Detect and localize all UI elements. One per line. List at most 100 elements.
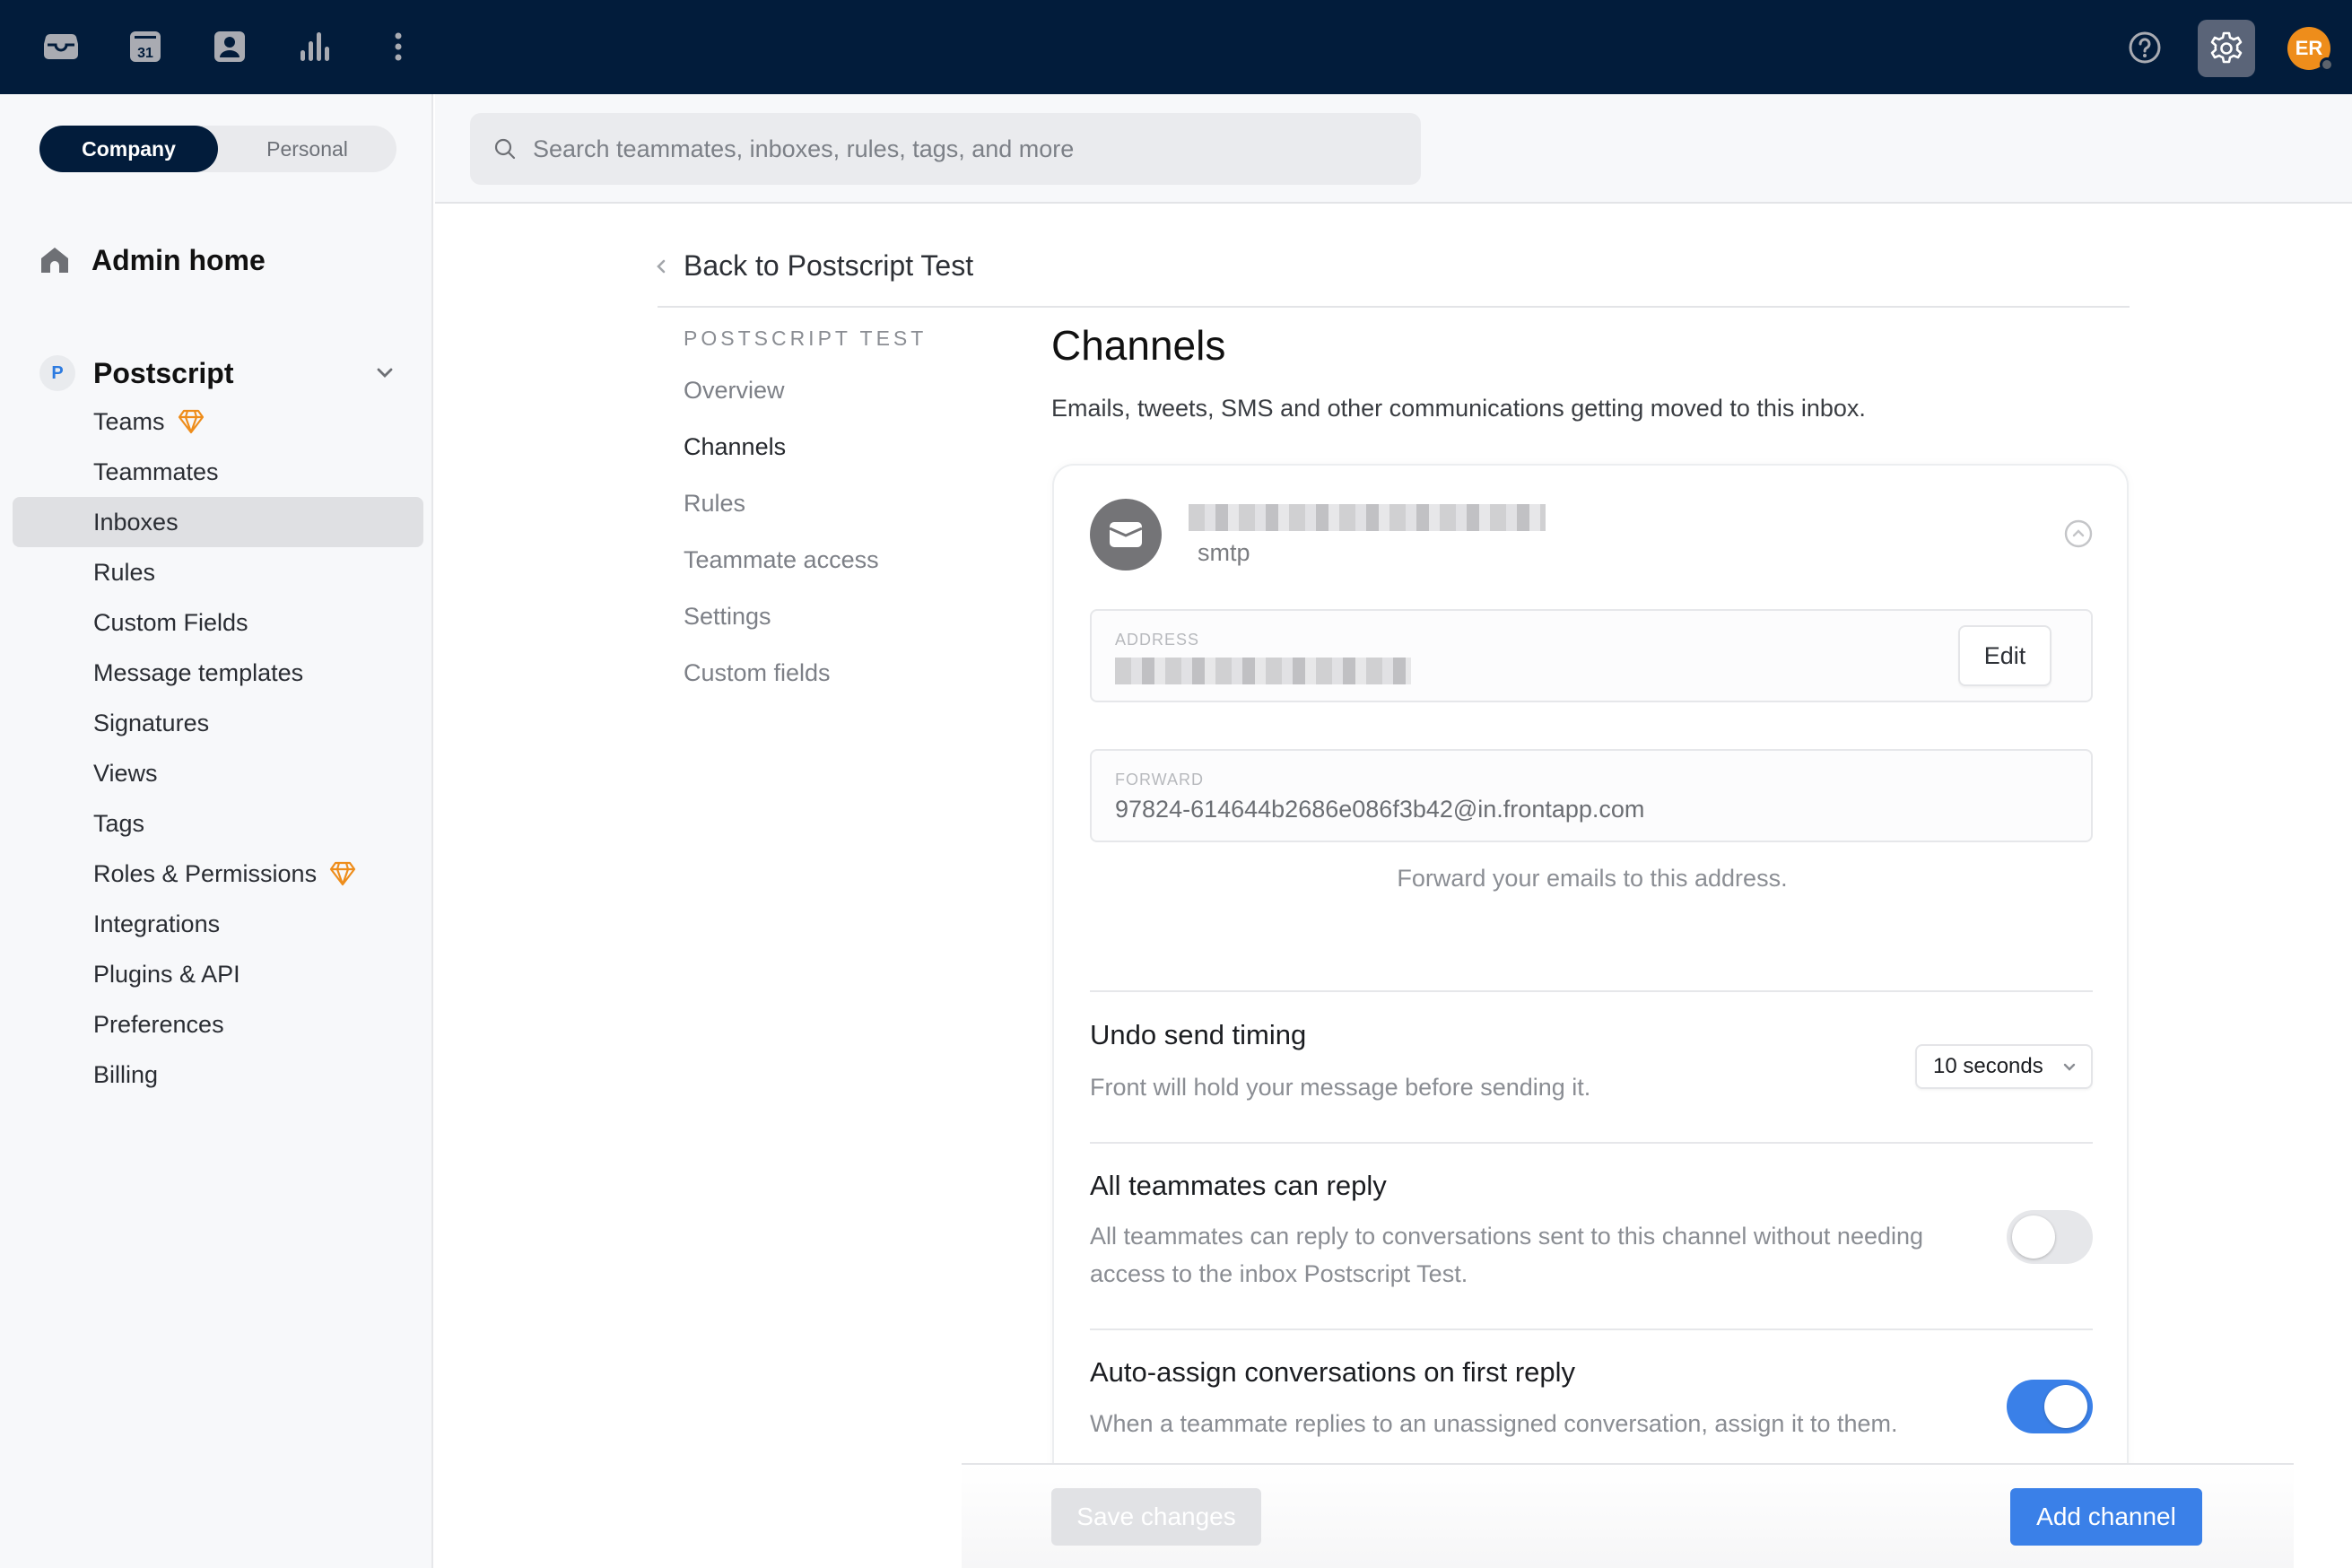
search-icon <box>494 138 516 160</box>
sidebar-item-label: Inboxes <box>93 508 179 536</box>
sidebar-item-message-templates[interactable]: Message templates <box>13 648 423 698</box>
search-bar[interactable] <box>470 113 1421 185</box>
sidebar-item-label: Teammates <box>93 457 219 485</box>
subnav-custom-fields[interactable]: Custom fields <box>684 659 831 687</box>
chevron-left-icon <box>657 259 666 273</box>
calendar-icon[interactable]: 31 <box>126 27 165 66</box>
toggle-knob <box>2044 1385 2087 1428</box>
sidebar-item-billing[interactable]: Billing <box>13 1050 423 1100</box>
undo-send-selected-value: 10 seconds <box>1933 1054 2043 1078</box>
company-tab[interactable]: Company <box>39 126 218 172</box>
subnav-teammate-access[interactable]: Teammate access <box>684 546 879 574</box>
sidebar-item-label: Billing <box>93 1060 159 1088</box>
sidebar-item-label: Rules <box>93 558 156 586</box>
auto-assign-title: Auto-assign conversations on first reply <box>1090 1356 1576 1388</box>
sidebar-item-label: Tags <box>93 809 145 837</box>
all-teammates-reply-description: All teammates can reply to conversations… <box>1090 1223 1924 1287</box>
org-badge: P <box>39 355 75 391</box>
sidebar-item-teammates[interactable]: Teammates <box>13 447 423 497</box>
auto-assign-description: When a teammate replies to an unassigned… <box>1090 1410 1898 1437</box>
top-navigation-bar: 31 ER <box>0 0 2352 94</box>
home-icon <box>41 248 68 273</box>
add-channel-button[interactable]: Add channel <box>2010 1488 2202 1546</box>
org-section-header[interactable]: P Postscript <box>39 351 398 396</box>
analytics-icon[interactable] <box>294 27 334 66</box>
undo-send-select[interactable]: 10 seconds <box>1915 1044 2093 1089</box>
sidebar-item-label: Custom Fields <box>93 608 248 636</box>
collapse-chevron-up-icon[interactable] <box>2064 519 2093 548</box>
premium-diamond-icon <box>329 861 356 886</box>
page-description: Emails, tweets, SMS and other communicat… <box>1051 395 1866 422</box>
sidebar-item-label: Preferences <box>93 1010 224 1038</box>
sidebar-item-integrations[interactable]: Integrations <box>13 899 423 949</box>
presence-status-dot <box>2320 57 2334 72</box>
gear-icon <box>2210 31 2243 64</box>
sidebar-item-signatures[interactable]: Signatures <box>13 698 423 748</box>
subnav-channels[interactable]: Channels <box>684 433 786 461</box>
divider <box>1090 1142 2093 1144</box>
scope-toggle: Company Personal <box>39 126 396 172</box>
help-icon[interactable] <box>2128 30 2162 65</box>
chevron-down-icon <box>2063 1063 2076 1071</box>
back-link-label: Back to Postscript Test <box>684 249 974 282</box>
address-label: ADDRESS <box>1115 631 1200 649</box>
divider <box>658 306 2130 308</box>
forward-help-text: Forward your emails to this address. <box>1397 865 1788 892</box>
sidebar-item-label: Signatures <box>93 709 210 736</box>
all-teammates-reply-toggle[interactable] <box>2007 1210 2093 1264</box>
channel-type: smtp <box>1198 539 1250 566</box>
back-link[interactable]: Back to Postscript Test <box>655 249 973 283</box>
sidebar-item-custom-fields[interactable]: Custom Fields <box>13 597 423 648</box>
channel-avatar <box>1090 499 1162 571</box>
all-teammates-reply-title: All teammates can reply <box>1090 1170 1387 1201</box>
inbox-icon[interactable] <box>41 27 81 66</box>
user-avatar[interactable]: ER <box>2287 27 2334 72</box>
premium-diamond-icon <box>178 409 204 434</box>
sidebar-item-tags[interactable]: Tags <box>13 798 423 849</box>
sidebar-item-label: Roles & Permissions <box>93 859 318 887</box>
contacts-icon[interactable] <box>210 27 249 66</box>
personal-tab[interactable]: Personal <box>218 126 396 172</box>
more-icon[interactable] <box>379 27 418 66</box>
divider <box>1090 990 2093 992</box>
org-name: Postscript <box>93 356 234 389</box>
sidebar-item-roles-permissions[interactable]: Roles & Permissions <box>13 849 423 899</box>
admin-home-link[interactable]: Admin home <box>39 238 266 283</box>
sidebar-item-label: Message templates <box>93 658 304 686</box>
auto-assign-toggle[interactable] <box>2007 1380 2093 1433</box>
sidebar-item-inboxes[interactable]: Inboxes <box>13 497 423 547</box>
subnav-settings[interactable]: Settings <box>684 603 771 631</box>
sidebar-item-label: Integrations <box>93 910 221 937</box>
forward-address[interactable]: 97824-614644b2686e086f3b42@in.frontapp.c… <box>1115 796 1644 823</box>
search-input[interactable] <box>533 135 1385 163</box>
sidebar-item-plugins-api[interactable]: Plugins & API <box>13 949 423 999</box>
divider <box>1090 1328 2093 1330</box>
settings-button[interactable] <box>2198 20 2255 77</box>
envelope-icon <box>1109 522 1143 547</box>
sidebar-item-views[interactable]: Views <box>13 748 423 798</box>
subnav-overview[interactable]: Overview <box>684 377 785 405</box>
edit-address-button[interactable]: Edit <box>1958 625 2051 686</box>
undo-send-title: Undo send timing <box>1090 1019 1307 1050</box>
admin-home-label: Admin home <box>91 243 266 276</box>
sidebar-item-label: Plugins & API <box>93 960 240 988</box>
undo-send-description: Front will hold your message before send… <box>1090 1074 1591 1101</box>
subnav-rules[interactable]: Rules <box>684 490 745 518</box>
sidebar-item-label: Teams <box>93 407 165 435</box>
page-title: Channels <box>1051 322 1226 369</box>
chevron-down-icon[interactable] <box>371 360 398 387</box>
sidebar-item-rules[interactable]: Rules <box>13 547 423 597</box>
avatar-initials: ER <box>2295 37 2323 59</box>
admin-sidebar: Company Personal Admin home P Postscript… <box>0 94 433 1568</box>
forward-label: FORWARD <box>1115 771 1204 788</box>
address-value-redacted <box>1115 658 1411 684</box>
channel-name-redacted <box>1189 504 1546 531</box>
sidebar-item-label: Views <box>93 759 158 787</box>
sidebar-item-teams[interactable]: Teams <box>13 396 423 447</box>
sidebar-item-preferences[interactable]: Preferences <box>13 999 423 1050</box>
address-field: ADDRESS Edit <box>1090 609 2093 702</box>
calendar-day: 31 <box>137 46 153 61</box>
channel-card: smtp ADDRESS Edit FORWARD 97824-614644b2… <box>1052 464 2129 1468</box>
save-changes-button[interactable]: Save changes <box>1051 1488 1261 1546</box>
toggle-knob <box>2012 1215 2055 1259</box>
